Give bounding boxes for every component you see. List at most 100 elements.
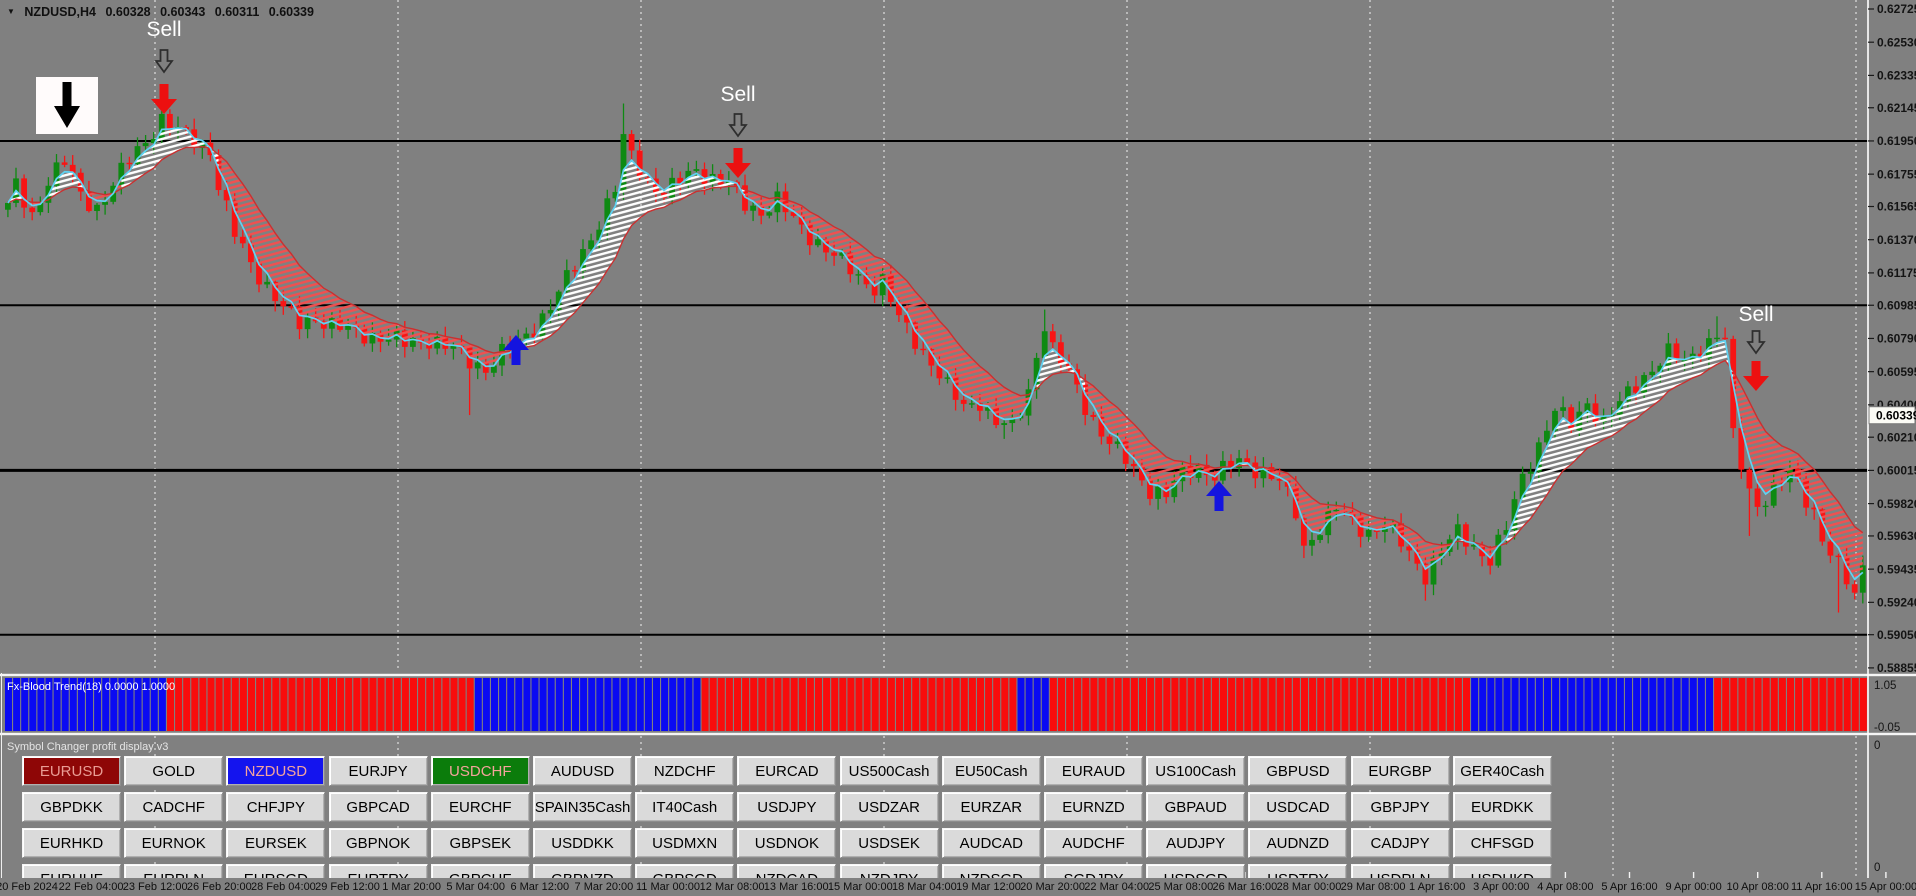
symbol-button-gold[interactable]: GOLD bbox=[124, 756, 223, 786]
time-axis-label: 20 Feb 2024 bbox=[0, 881, 58, 893]
symbol-button-gbpcad[interactable]: GBPCAD bbox=[329, 792, 428, 822]
time-axis-label: 19 Mar 12:00 bbox=[956, 881, 1021, 893]
symbol-button-chfjpy[interactable]: CHFJPY bbox=[226, 792, 325, 822]
time-axis-label: 7 Mar 20:00 bbox=[575, 881, 634, 893]
svg-text:0: 0 bbox=[1874, 862, 1880, 874]
ohlc-open: 0.60328 bbox=[105, 5, 150, 19]
svg-text:0.59435: 0.59435 bbox=[1877, 562, 1916, 576]
time-axis-label: 23 Feb 12:00 bbox=[123, 881, 188, 893]
symbol-button-eursek[interactable]: EURSEK bbox=[226, 828, 325, 858]
svg-text:0.59240: 0.59240 bbox=[1877, 596, 1916, 610]
symbol-button-gbpsek[interactable]: GBPSEK bbox=[431, 828, 530, 858]
time-axis-label: 6 Mar 12:00 bbox=[510, 881, 569, 893]
symbol-button-cadjpy[interactable]: CADJPY bbox=[1351, 828, 1450, 858]
symbol-button-eurjpy[interactable]: EURJPY bbox=[329, 756, 428, 786]
svg-text:0.61175: 0.61175 bbox=[1877, 266, 1916, 280]
symbol-button-spain35cash[interactable]: SPAIN35Cash bbox=[533, 792, 632, 822]
symbol-button-usdsek[interactable]: USDSEK bbox=[840, 828, 939, 858]
symbol-button-it40cash[interactable]: IT40Cash bbox=[635, 792, 734, 822]
symbol-button-audnzd[interactable]: AUDNZD bbox=[1248, 828, 1347, 858]
symbol-button-audcad[interactable]: AUDCAD bbox=[942, 828, 1041, 858]
time-axis-label: 9 Apr 00:00 bbox=[1665, 881, 1721, 893]
time-axis-label: 18 Mar 04:00 bbox=[892, 881, 957, 893]
symbol-button-audchf[interactable]: AUDCHF bbox=[1044, 828, 1143, 858]
svg-text:0.62725: 0.62725 bbox=[1877, 2, 1916, 16]
symbol-button-chfsgd[interactable]: CHFSGD bbox=[1453, 828, 1552, 858]
svg-text:-0.05: -0.05 bbox=[1874, 722, 1900, 734]
symbol-button-usdchf[interactable]: USDCHF bbox=[431, 756, 530, 786]
symbol-button-us500cash[interactable]: US500Cash bbox=[840, 756, 939, 786]
time-axis-label: 5 Mar 04:00 bbox=[446, 881, 505, 893]
svg-text:0.59050: 0.59050 bbox=[1877, 628, 1916, 642]
time-axis-label: 11 Mar 00:00 bbox=[636, 881, 700, 893]
svg-text:0.59820: 0.59820 bbox=[1877, 497, 1916, 511]
svg-text:0.60985: 0.60985 bbox=[1877, 298, 1916, 312]
symbol-button-ger40cash[interactable]: GER40Cash bbox=[1453, 756, 1552, 786]
symbol-button-eurcad[interactable]: EURCAD bbox=[737, 756, 836, 786]
time-axis-label: 12 Mar 08:00 bbox=[700, 881, 765, 893]
svg-text:0.61755: 0.61755 bbox=[1877, 167, 1916, 181]
time-axis-label: 28 Mar 00:00 bbox=[1277, 881, 1342, 893]
symbol-button-usdmxn[interactable]: USDMXN bbox=[635, 828, 734, 858]
sell-label: Sell bbox=[1738, 303, 1773, 326]
time-axis[interactable]: 20 Feb 202422 Feb 04:0023 Feb 12:0026 Fe… bbox=[0, 878, 1916, 896]
symbol-button-eurgbp[interactable]: EURGBP bbox=[1351, 756, 1450, 786]
symbol-button-gbpdkk[interactable]: GBPDKK bbox=[22, 792, 121, 822]
symbol-button-gbpusd[interactable]: GBPUSD bbox=[1248, 756, 1347, 786]
symbol-button-nzdchf[interactable]: NZDCHF bbox=[635, 756, 734, 786]
svg-text:0.59630: 0.59630 bbox=[1877, 529, 1916, 543]
svg-text:0.61565: 0.61565 bbox=[1877, 200, 1916, 214]
svg-text:0.62145: 0.62145 bbox=[1877, 101, 1916, 115]
svg-text:0.62530: 0.62530 bbox=[1877, 35, 1916, 49]
symbol-button-eurnzd[interactable]: EURNZD bbox=[1044, 792, 1143, 822]
symbol-period-label: NZDUSD,H4 bbox=[24, 5, 96, 19]
symbol-button-cadchf[interactable]: CADCHF bbox=[124, 792, 223, 822]
svg-text:0.61950: 0.61950 bbox=[1877, 134, 1916, 148]
chart-title: ▼ NZDUSD,H4 0.60328 0.60343 0.60311 0.60… bbox=[7, 5, 320, 19]
time-axis-label: 29 Feb 12:00 bbox=[315, 881, 380, 893]
time-axis-label: 29 Mar 08:00 bbox=[1341, 881, 1406, 893]
bitmap-arrow-marker[interactable] bbox=[36, 77, 98, 134]
svg-text:0: 0 bbox=[1874, 740, 1880, 752]
time-axis-label: 28 Feb 04:00 bbox=[251, 881, 316, 893]
symbol-button-eurnok[interactable]: EURNOK bbox=[124, 828, 223, 858]
indicator-name-label: Fx-Blood Trend(18) 0.0000 1.0000 bbox=[7, 681, 175, 693]
time-axis-label: 1 Mar 20:00 bbox=[382, 881, 441, 893]
time-axis-label: 22 Mar 04:00 bbox=[1084, 881, 1149, 893]
symbol-button-usdcad[interactable]: USDCAD bbox=[1248, 792, 1347, 822]
time-axis-label: 15 Apr 00:00 bbox=[1855, 881, 1916, 893]
symbol-button-gbpnok[interactable]: GBPNOK bbox=[329, 828, 428, 858]
symbol-button-eurusd[interactable]: EURUSD bbox=[22, 756, 121, 786]
symbol-dropdown-icon[interactable]: ▼ bbox=[7, 7, 15, 16]
symbol-button-usdzar[interactable]: USDZAR bbox=[840, 792, 939, 822]
time-axis-label: 4 Apr 08:00 bbox=[1537, 881, 1593, 893]
time-axis-label: 5 Apr 16:00 bbox=[1601, 881, 1657, 893]
symbol-button-gbpaud[interactable]: GBPAUD bbox=[1146, 792, 1245, 822]
symbol-button-usdnok[interactable]: USDNOK bbox=[737, 828, 836, 858]
time-axis-label: 26 Feb 20:00 bbox=[187, 881, 252, 893]
time-axis-label: 25 Mar 08:00 bbox=[1148, 881, 1213, 893]
time-axis-label: 10 Apr 08:00 bbox=[1726, 881, 1788, 893]
time-axis-label: 15 Mar 00:00 bbox=[828, 881, 893, 893]
time-axis-label: 1 Apr 16:00 bbox=[1409, 881, 1465, 893]
symbol-button-audjpy[interactable]: AUDJPY bbox=[1146, 828, 1245, 858]
svg-text:0.62335: 0.62335 bbox=[1877, 69, 1916, 83]
symbol-button-usddkk[interactable]: USDDKK bbox=[533, 828, 632, 858]
symbol-button-usdjpy[interactable]: USDJPY bbox=[737, 792, 836, 822]
symbol-button-eurchf[interactable]: EURCHF bbox=[431, 792, 530, 822]
ohlc-high: 0.60343 bbox=[160, 5, 205, 19]
symbol-button-eurzar[interactable]: EURZAR bbox=[942, 792, 1041, 822]
symbol-button-us100cash[interactable]: US100Cash bbox=[1146, 756, 1245, 786]
svg-text:0.60015: 0.60015 bbox=[1877, 464, 1916, 478]
time-axis-label: 11 Apr 16:00 bbox=[1791, 881, 1853, 893]
symbol-button-nzdusd[interactable]: NZDUSD bbox=[226, 756, 325, 786]
symbol-button-eu50cash[interactable]: EU50Cash bbox=[942, 756, 1041, 786]
symbol-button-eurdkk[interactable]: EURDKK bbox=[1453, 792, 1552, 822]
symbol-button-audusd[interactable]: AUDUSD bbox=[533, 756, 632, 786]
svg-text:0.60595: 0.60595 bbox=[1877, 365, 1916, 379]
time-axis-label: 26 Mar 16:00 bbox=[1212, 881, 1277, 893]
symbol-button-gbpjpy[interactable]: GBPJPY bbox=[1351, 792, 1450, 822]
mt4-chart-window: SellSellSell0.627250.625300.623350.62145… bbox=[0, 0, 1916, 896]
symbol-button-euraud[interactable]: EURAUD bbox=[1044, 756, 1143, 786]
symbol-button-eurhkd[interactable]: EURHKD bbox=[22, 828, 121, 858]
